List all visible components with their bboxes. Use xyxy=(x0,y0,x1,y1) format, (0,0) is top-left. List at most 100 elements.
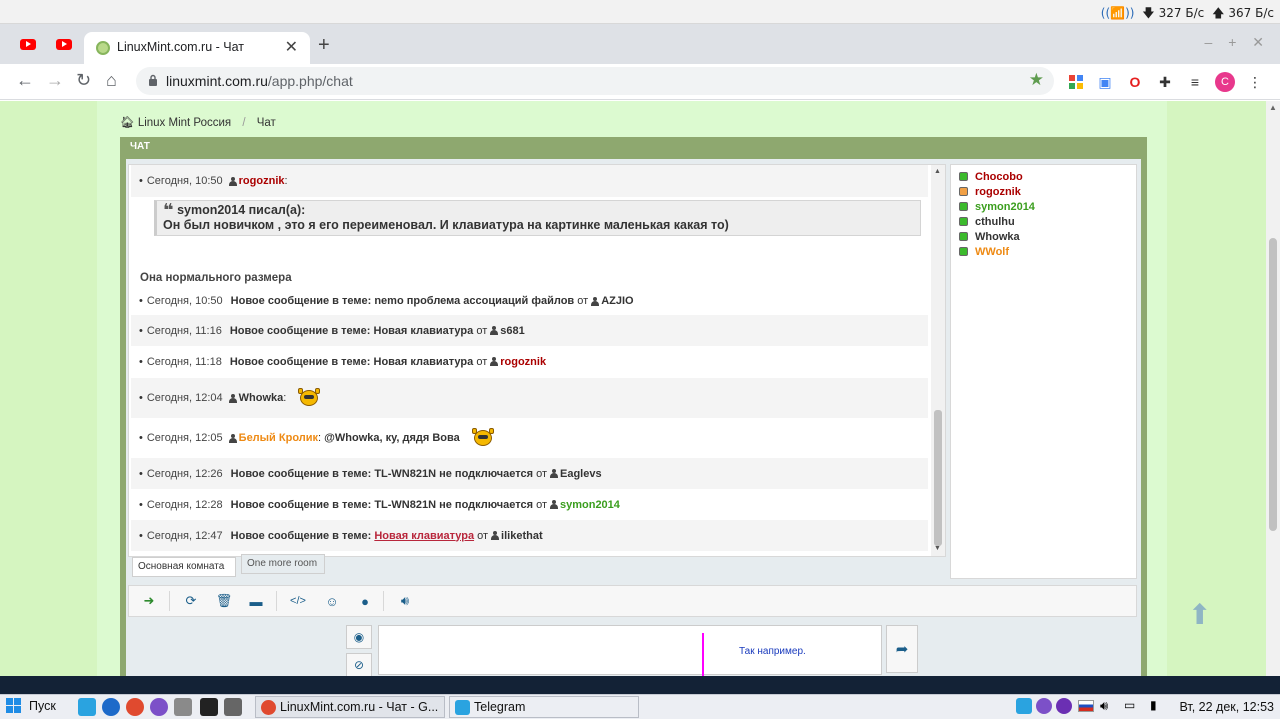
message-from: от xyxy=(476,324,488,337)
message-user[interactable]: s681 xyxy=(500,325,524,337)
user-name[interactable]: rogoznik xyxy=(975,186,1021,198)
message-user[interactable]: Белый Кролик xyxy=(239,432,318,444)
tray-viber-icon[interactable] xyxy=(1036,698,1052,714)
page-scrollbar[interactable]: ▲ xyxy=(1266,101,1280,676)
message-time: Сегодня, 11:18 xyxy=(146,355,222,368)
message-user[interactable]: rogoznik xyxy=(239,175,285,187)
signal-icon[interactable]: ▮ xyxy=(1150,698,1166,714)
message-prefix: Новое сообщение в теме: xyxy=(230,295,372,307)
record-icon[interactable]: ◉ xyxy=(346,625,372,649)
chrome-icon xyxy=(261,700,276,715)
telegram-launcher-icon[interactable] xyxy=(78,698,96,716)
extension-grid-icon[interactable] xyxy=(1067,73,1085,91)
menu-kebab-icon[interactable]: ⋮ xyxy=(1246,73,1264,91)
message-user[interactable]: Eaglevs xyxy=(560,468,602,480)
window-controls[interactable]: – + ✕ xyxy=(1205,34,1270,51)
scroll-down-arrow-icon[interactable]: ▼ xyxy=(934,545,941,552)
page-scrollbar-thumb[interactable] xyxy=(1269,238,1277,531)
user-item[interactable]: Whowka xyxy=(959,229,1136,244)
volume-icon[interactable]: 🔊︎ xyxy=(1100,698,1116,714)
bookmark-star-icon[interactable]: ★ xyxy=(1029,70,1044,90)
profile-avatar[interactable]: C xyxy=(1215,72,1235,92)
refresh-icon[interactable]: ⟳ xyxy=(183,593,199,609)
translate-icon[interactable]: ▣ xyxy=(1096,73,1114,91)
color-drop-icon[interactable]: ● xyxy=(357,593,373,609)
scroll-up-arrow-icon[interactable]: ▲ xyxy=(934,168,941,175)
home-icon[interactable]: ⌂ xyxy=(106,70,117,91)
message-list[interactable]: • Сегодня, 10:50 rogoznik: ❝ symon2014 пи… xyxy=(128,164,946,557)
status-online-icon xyxy=(959,247,968,256)
taskbar-item-chrome[interactable]: LinuxMint.com.ru - Чат - G... xyxy=(255,696,445,718)
message-user[interactable]: symon2014 xyxy=(560,499,620,511)
new-tab-button[interactable]: + xyxy=(318,34,330,57)
breadcrumb-current[interactable]: Чат xyxy=(257,117,276,129)
scroll-up-arrow-icon[interactable]: ▲ xyxy=(1269,103,1277,112)
message-user[interactable]: Whowka xyxy=(239,392,284,404)
start-button[interactable]: Пуск xyxy=(6,698,56,713)
extensions-puzzle-icon[interactable]: ✚ xyxy=(1156,73,1174,91)
media-queue-icon[interactable]: ≡ xyxy=(1186,73,1204,91)
forward-icon[interactable]: → xyxy=(46,70,64,91)
back-to-top-icon[interactable]: ⬆ xyxy=(1188,598,1211,631)
user-icon xyxy=(591,296,600,306)
cancel-icon[interactable]: ⊘ xyxy=(346,653,372,677)
address-bar[interactable]: linuxmint.com.ru/app.php/chat ★ xyxy=(136,67,1054,95)
message-topic[interactable]: Новая клавиатура xyxy=(374,356,474,368)
user-item[interactable]: rogoznik xyxy=(959,184,1136,199)
network-icon[interactable]: ((📶)) xyxy=(1101,6,1135,20)
user-name[interactable]: WWolf xyxy=(975,246,1009,258)
teamviewer-launcher-icon[interactable] xyxy=(102,698,120,716)
message-list-scrollbar[interactable]: ▲ ▼ xyxy=(931,165,945,556)
tray-telegram-icon[interactable] xyxy=(1016,698,1032,714)
back-icon[interactable]: ← xyxy=(16,70,34,91)
sound-icon[interactable]: 🔊︎ xyxy=(397,593,413,609)
clock[interactable]: Вт, 22 дек, 12:53 xyxy=(1179,700,1274,714)
login-icon[interactable]: ➜ xyxy=(141,593,157,609)
youtube-tab-icon[interactable] xyxy=(18,34,38,54)
message-user[interactable]: rogoznik xyxy=(500,356,546,368)
start-label: Пуск xyxy=(29,698,56,713)
breadcrumb-home[interactable]: Linux Mint Россия xyxy=(138,117,231,129)
archive-icon[interactable]: ▬ xyxy=(248,593,264,609)
user-name[interactable]: Chocobo xyxy=(975,171,1023,183)
youtube-tab-icon-2[interactable] xyxy=(54,34,74,54)
terminal-launcher-icon[interactable] xyxy=(200,698,218,716)
message-prefix: Новое сообщение в теме: xyxy=(229,324,371,337)
user-name[interactable]: symon2014 xyxy=(975,201,1035,213)
message-user[interactable]: ilikethat xyxy=(501,530,543,542)
user-name[interactable]: cthulhu xyxy=(975,216,1015,228)
message-topic[interactable]: nemo проблема ассоциаций файлов xyxy=(374,295,574,307)
trash-icon[interactable]: 🗑︎ xyxy=(216,593,233,609)
battery-icon[interactable]: ▭ xyxy=(1124,698,1140,714)
message-topic[interactable]: TL-WN821N не подключается xyxy=(374,468,533,480)
room-tab-main[interactable]: Основная комната xyxy=(132,557,236,577)
tab-close-icon[interactable]: ✕ xyxy=(285,37,298,57)
keyboard-layout-flag-icon[interactable] xyxy=(1078,700,1094,712)
user-item[interactable]: symon2014 xyxy=(959,199,1136,214)
files-launcher-icon[interactable] xyxy=(224,698,242,716)
message-user[interactable]: AZJIO xyxy=(601,295,633,307)
tray-app-icon[interactable] xyxy=(1056,698,1072,714)
taskbar-item-telegram[interactable]: Telegram xyxy=(449,696,639,718)
user-item[interactable]: cthulhu xyxy=(959,214,1136,229)
message-topic[interactable]: Новая клавиатура xyxy=(374,325,474,337)
reload-icon[interactable]: ↻ xyxy=(76,70,91,91)
chrome-launcher-icon[interactable] xyxy=(126,698,144,716)
message-colon: : xyxy=(283,392,287,404)
room-tab-second[interactable]: One more room xyxy=(241,554,325,574)
smile-icon[interactable]: ☺ xyxy=(324,593,340,609)
user-item[interactable]: Chocobo xyxy=(959,169,1136,184)
message-topic-link[interactable]: Новая клавиатура xyxy=(374,530,474,542)
message-topic[interactable]: TL-WN821N не подключается xyxy=(374,499,533,511)
message-scrollbar-thumb[interactable] xyxy=(934,410,942,546)
user-item[interactable]: WWolf xyxy=(959,244,1136,259)
opera-icon[interactable]: O xyxy=(1126,73,1144,91)
user-name[interactable]: Whowka xyxy=(975,231,1020,243)
message-input[interactable]: Так например. xyxy=(378,625,882,675)
viber-launcher-icon[interactable] xyxy=(150,698,168,716)
code-icon[interactable]: </> xyxy=(290,593,306,609)
message-from: от xyxy=(536,498,547,511)
active-tab[interactable]: LinuxMint.com.ru - Чат ✕ xyxy=(84,32,310,64)
camera-launcher-icon[interactable] xyxy=(174,698,192,716)
send-button[interactable]: ➦ xyxy=(886,625,918,673)
